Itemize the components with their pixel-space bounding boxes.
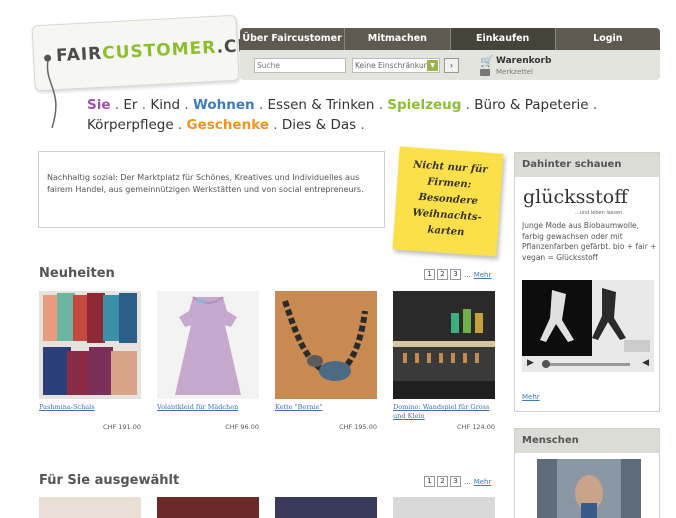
volume-icon[interactable]: ◀: [642, 358, 649, 368]
video-progress[interactable]: [542, 363, 630, 366]
nav-ueber-faircustomer[interactable]: Über Faircustomer: [240, 28, 344, 50]
sidebar-title: Dahinter schauen: [515, 153, 659, 177]
intro-text: Nachhaltig sozial: Der Marktplatz für Sc…: [47, 173, 364, 194]
cart-icon[interactable]: 🛒: [480, 55, 494, 68]
product-image-cropped[interactable]: [393, 497, 495, 518]
tag-string: [46, 60, 57, 129]
brand-tagline: ...und leben lassen.: [575, 210, 624, 216]
category-wohnen[interactable]: Wohnen: [193, 97, 255, 113]
brand-logo[interactable]: glücksstoff: [523, 186, 628, 208]
more-link[interactable]: Mehr: [474, 478, 492, 486]
page-1-button[interactable]: 1: [424, 269, 435, 280]
page-2-button[interactable]: 2: [437, 476, 448, 487]
sidebar-menschen: Menschen: [514, 428, 660, 518]
product-card[interactable]: Kette "Bernie" CHF 195.00: [275, 291, 385, 431]
dropdown-arrow-icon: ▼: [427, 60, 438, 71]
product-image-dress[interactable]: [157, 291, 259, 399]
video-controls: ▶ ◀: [522, 356, 654, 372]
more-link[interactable]: Mehr: [474, 271, 492, 279]
product-price: CHF 195.00: [339, 423, 377, 431]
product-image-domino[interactable]: [393, 291, 495, 399]
nav-einkaufen[interactable]: Einkaufen: [449, 28, 555, 50]
category-er[interactable]: Er: [123, 97, 137, 113]
category-nav: Sie . Er . Kind . Wohnen . Essen & Trink…: [87, 97, 598, 133]
cart-link[interactable]: Warenkorb: [496, 56, 551, 66]
product-name[interactable]: Kette "Bernie": [275, 403, 385, 421]
category-koerperpflege[interactable]: Körperpflege: [87, 117, 174, 133]
video-player[interactable]: ▶ ◀: [522, 280, 654, 372]
page-3-button[interactable]: 3: [450, 269, 461, 280]
page-1-button[interactable]: 1: [424, 476, 435, 487]
play-icon[interactable]: ▶: [527, 358, 534, 368]
video-frame: [522, 280, 654, 356]
sticky-note-promo[interactable]: Nicht nur für Firmen: Besondere Weihnach…: [392, 146, 504, 257]
more-link[interactable]: Mehr: [522, 393, 540, 401]
category-dies-das[interactable]: Dies & Das: [282, 117, 356, 133]
page: FAIRCUSTOMER.CH Über Faircustomer Mitmac…: [0, 0, 676, 518]
nav-mitmachen[interactable]: Mitmachen: [344, 28, 449, 50]
page-3-button[interactable]: 3: [450, 476, 461, 487]
product-name[interactable]: Pashmina-Schals: [39, 403, 149, 421]
product-card[interactable]: Pashmina-Schals CHF 191.00: [39, 291, 149, 431]
product-image-scarves[interactable]: [39, 291, 141, 399]
product-image-cropped[interactable]: [157, 497, 259, 518]
product-price: CHF 96.00: [225, 423, 259, 431]
filter-select[interactable]: Keine Einschränkung ▼: [352, 58, 440, 73]
product-image-cropped[interactable]: [39, 497, 141, 518]
video-scrubber[interactable]: [542, 360, 550, 368]
intro-box: Nachhaltig sozial: Der Marktplatz für Sc…: [38, 151, 385, 228]
category-essen-trinken[interactable]: Essen & Trinken: [268, 97, 375, 113]
sticky-text: Nicht nur für Firmen: Besondere Weihnach…: [412, 159, 488, 239]
logo-text: FAIRCUSTOMER.CH: [55, 35, 254, 67]
menschen-image[interactable]: [537, 459, 641, 518]
category-spielzeug[interactable]: Spielzeug: [387, 97, 461, 113]
wishlist-link[interactable]: Merkzettel: [496, 68, 533, 76]
search-bar: Keine Einschränkung ▼ › 🛒 Warenkorb Merk…: [240, 50, 660, 80]
page-2-button[interactable]: 2: [437, 269, 448, 280]
nav-login[interactable]: Login: [554, 28, 660, 50]
wishlist-icon[interactable]: [480, 69, 490, 76]
product-image-cropped[interactable]: [275, 497, 377, 518]
product-price: CHF 191.00: [103, 423, 141, 431]
category-buero-papeterie[interactable]: Büro & Papeterie: [474, 97, 588, 113]
category-kind[interactable]: Kind: [150, 97, 180, 113]
product-name[interactable]: Domino: Wandspiel für Gross und Klein: [393, 403, 503, 421]
product-name[interactable]: Volantkleid für Mädchen: [157, 403, 267, 421]
section-title-fuer-sie: Für Sie ausgewählt: [39, 473, 180, 488]
sidebar-dahinter-schauen: Dahinter schauen glücksstoff ...und lebe…: [514, 152, 660, 412]
section-title-neuheiten: Neuheiten: [39, 266, 115, 281]
pager-fuer-sie: 1 2 3 ... Mehr: [424, 476, 491, 487]
brand-description: Junge Mode aus Biobaumwolle, farbig gewa…: [522, 221, 657, 262]
product-card[interactable]: Volantkleid für Mädchen CHF 96.00: [157, 291, 267, 431]
main-nav: Über Faircustomer Mitmachen Einkaufen Lo…: [240, 28, 660, 50]
category-geschenke[interactable]: Geschenke: [187, 117, 269, 133]
category-sie[interactable]: Sie: [87, 97, 111, 113]
search-go-button[interactable]: ›: [444, 58, 459, 73]
sidebar-title: Menschen: [515, 429, 659, 453]
pager-neuheiten: 1 2 3 ... Mehr: [424, 269, 491, 280]
product-price: CHF 124.00: [457, 423, 495, 431]
search-input[interactable]: [254, 58, 346, 73]
product-card[interactable]: Domino: Wandspiel für Gross und Klein CH…: [393, 291, 503, 431]
product-image-necklace[interactable]: [275, 291, 377, 399]
